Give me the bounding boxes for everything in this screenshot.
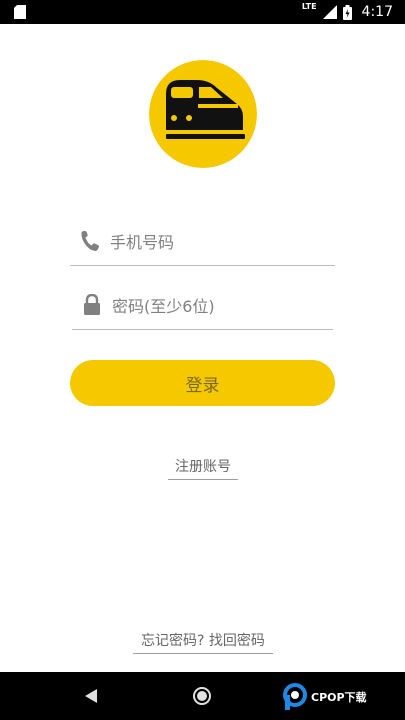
network-type-label: LTE xyxy=(301,2,317,11)
signal-icon xyxy=(322,5,337,19)
battery-icon xyxy=(342,4,352,20)
navigation-bar: CPOP下载 xyxy=(0,672,405,720)
watermark: CPOP下载 xyxy=(282,682,367,712)
phone-input[interactable] xyxy=(110,226,325,258)
password-field[interactable] xyxy=(72,286,333,330)
phone-icon xyxy=(81,231,99,251)
watermark-text: CPOP下载 xyxy=(311,691,367,704)
watermark-logo-icon xyxy=(283,683,307,710)
sim-card-icon xyxy=(14,5,26,19)
clock: 4:17 xyxy=(361,4,393,20)
status-bar: LTE 4:17 xyxy=(0,0,405,24)
lock-icon xyxy=(84,294,100,315)
back-icon[interactable] xyxy=(84,688,98,704)
register-link[interactable]: 注册账号 xyxy=(168,456,238,480)
status-icons: LTE 4:17 xyxy=(302,0,393,24)
password-input[interactable] xyxy=(112,290,327,322)
login-button[interactable]: 登录 xyxy=(70,360,335,406)
home-icon[interactable] xyxy=(192,686,212,706)
app-logo xyxy=(149,60,257,168)
forgot-password-link[interactable]: 忘记密码? 找回密码 xyxy=(133,630,273,654)
phone-field[interactable] xyxy=(70,222,335,266)
